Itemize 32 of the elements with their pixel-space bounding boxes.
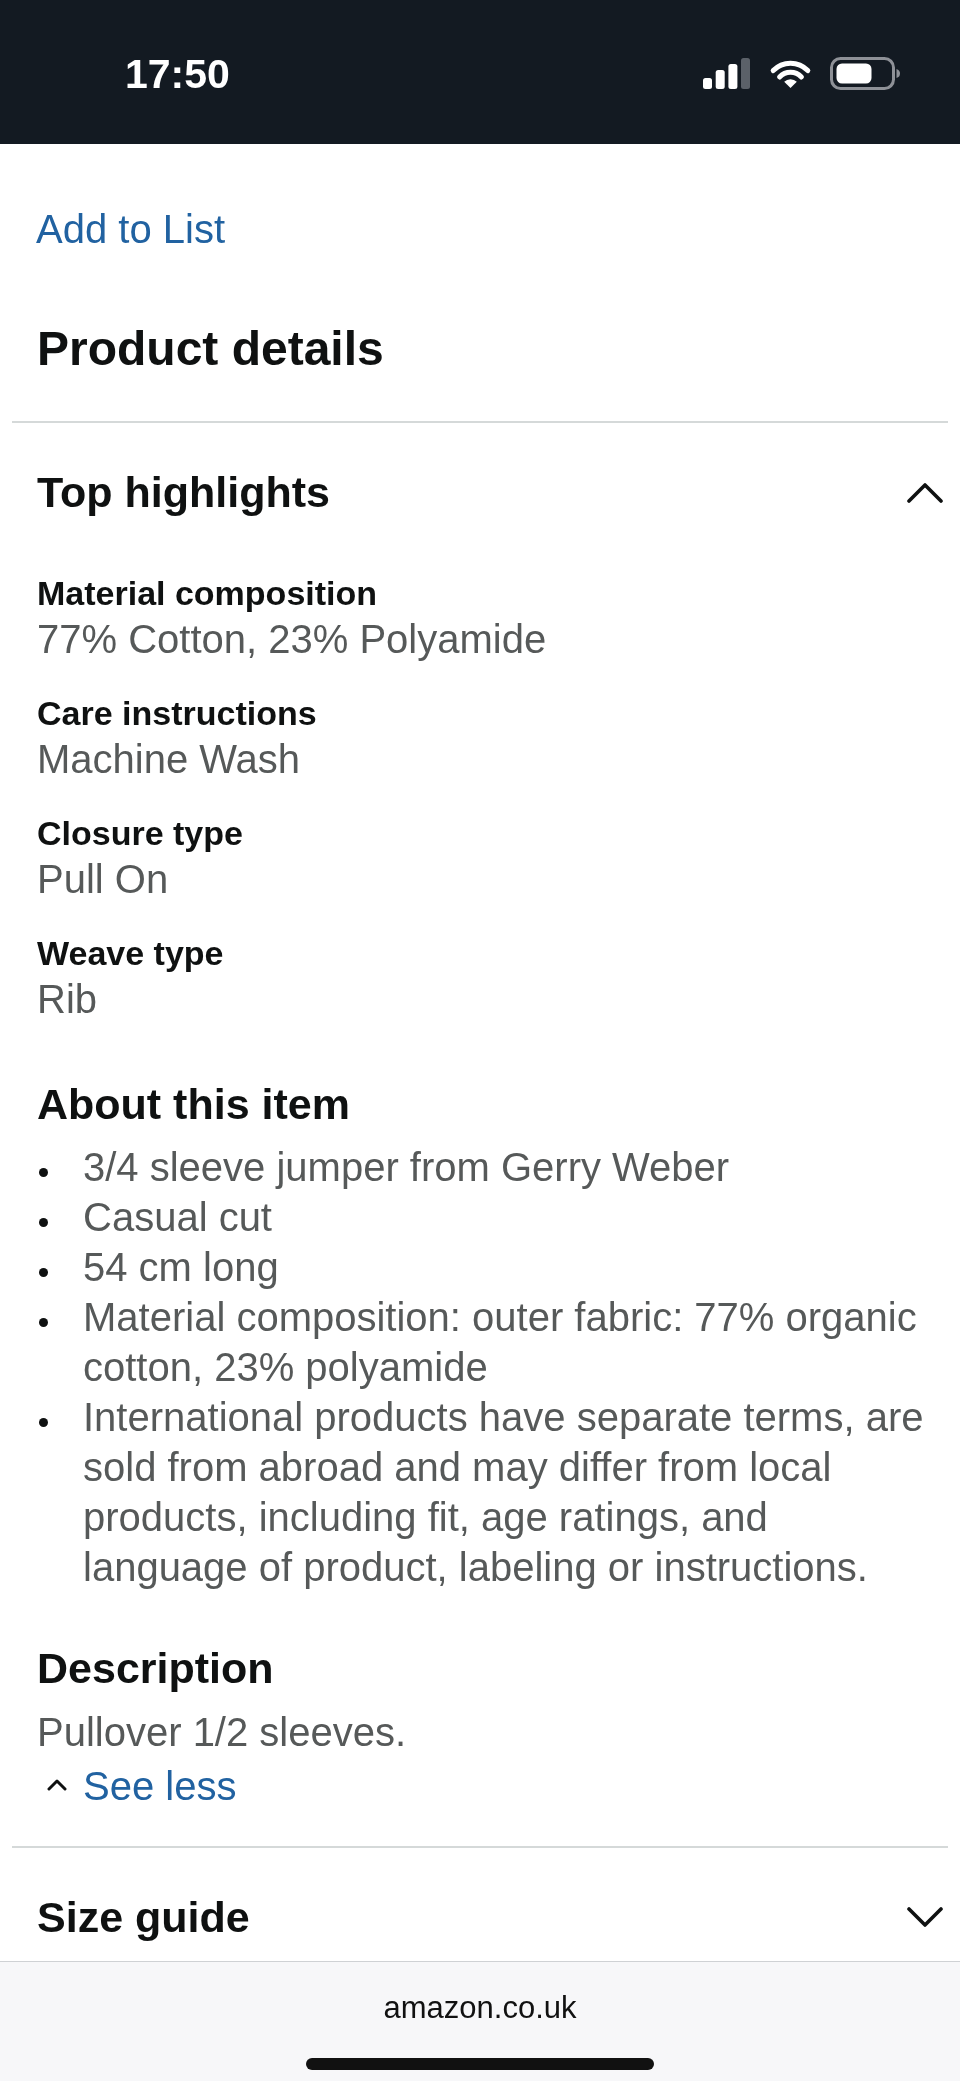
bullet-text: 3/4 sleeve jumper from Gerry Weber bbox=[83, 1144, 731, 1191]
bullet-icon bbox=[39, 1418, 48, 1427]
signal-icon bbox=[703, 58, 750, 89]
status-time: 17:50 bbox=[125, 49, 230, 98]
bullet-text: Material composition: outer fabric: 77% organic cotton, 23% polyamide bbox=[83, 1294, 918, 1391]
bullet-icon bbox=[39, 1168, 48, 1177]
bullet-text: 54 cm long bbox=[83, 1244, 280, 1291]
bullet-icon bbox=[39, 1318, 48, 1327]
attribute-value: Machine Wash bbox=[37, 736, 301, 783]
attribute-value: 77% Cotton, 23% Polyamide bbox=[37, 616, 547, 663]
bullet-icon bbox=[39, 1218, 48, 1227]
attribute-label: Material composition bbox=[37, 573, 378, 614]
attribute-label: Care instructions bbox=[37, 693, 317, 734]
see-less-link[interactable]: See less bbox=[47, 1761, 237, 1811]
description-text: Pullover 1/2 sleeves. bbox=[37, 1709, 407, 1756]
accordion-toggle[interactable]: Size guide bbox=[37, 1891, 943, 1943]
battery-icon bbox=[830, 57, 900, 90]
accordion-toggle[interactable]: Top highlights bbox=[37, 466, 943, 518]
add-to-list-link[interactable]: Add to List bbox=[36, 204, 225, 254]
attribute-label: Closure type bbox=[37, 813, 243, 854]
wifi-icon bbox=[769, 58, 812, 89]
bullet-text: Casual cut bbox=[83, 1194, 273, 1241]
bullet-icon bbox=[39, 1268, 48, 1277]
subheading: About this item bbox=[37, 1079, 350, 1130]
url-text: amazon.co.uk bbox=[383, 1989, 577, 2027]
attribute-value: Rib bbox=[37, 976, 98, 1023]
caret-up-icon bbox=[47, 1777, 67, 1791]
attribute-label: Weave type bbox=[37, 933, 224, 974]
attribute-value: Pull On bbox=[37, 856, 169, 903]
subheading: Description bbox=[37, 1643, 274, 1694]
bullet-text: International products have separate terms, are sold from abroad and may differ from local products, including fit, age ratings, and language of product, labeling or instructions. bbox=[83, 1394, 925, 1591]
section-heading: Product details bbox=[37, 321, 384, 377]
